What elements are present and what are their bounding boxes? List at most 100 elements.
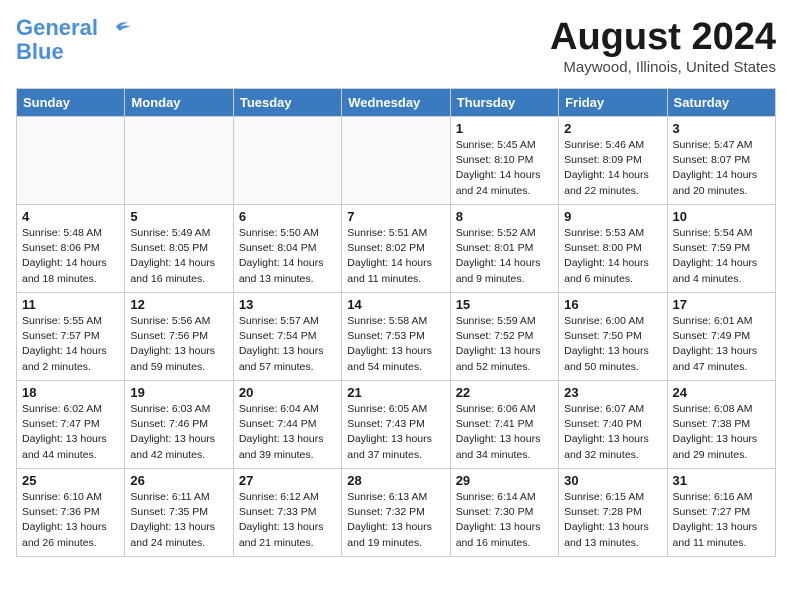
table-row: 12 Sunrise: 5:56 AM Sunset: 7:56 PM Dayli… [125, 293, 233, 381]
table-row: 19 Sunrise: 6:03 AM Sunset: 7:46 PM Dayli… [125, 381, 233, 469]
day-info: Sunrise: 6:04 AM Sunset: 7:44 PM Dayligh… [239, 402, 336, 463]
table-row: 7 Sunrise: 5:51 AM Sunset: 8:02 PM Daylig… [342, 205, 450, 293]
col-monday: Monday [125, 89, 233, 117]
day-info: Sunrise: 5:56 AM Sunset: 7:56 PM Dayligh… [130, 314, 227, 375]
col-saturday: Saturday [667, 89, 775, 117]
calendar-table: Sunday Monday Tuesday Wednesday Thursday… [16, 88, 776, 557]
logo-text: GeneralBlue [16, 16, 98, 64]
day-info: Sunrise: 6:01 AM Sunset: 7:49 PM Dayligh… [673, 314, 770, 375]
day-number: 16 [564, 297, 661, 312]
table-row: 9Sunrise: 5:53 AM Sunset: 8:00 PM Daylig… [559, 205, 667, 293]
day-info: Sunrise: 6:13 AM Sunset: 7:32 PM Dayligh… [347, 490, 444, 551]
day-info: Sunrise: 5:48 AM Sunset: 8:06 PM Dayligh… [22, 226, 119, 287]
table-row: 20Sunrise: 6:04 AM Sunset: 7:44 PM Dayli… [233, 381, 341, 469]
day-number: 30 [564, 473, 661, 488]
table-row: 13 Sunrise: 5:57 AM Sunset: 7:54 PM Dayli… [233, 293, 341, 381]
day-info: Sunrise: 6:07 AM Sunset: 7:40 PM Dayligh… [564, 402, 661, 463]
day-info: Sunrise: 5:50 AM Sunset: 8:04 PM Dayligh… [239, 226, 336, 287]
calendar-week-row: 25 Sunrise: 6:10 AM Sunset: 7:36 PM Dayli… [17, 469, 776, 557]
table-row: 30 Sunrise: 6:15 AM Sunset: 7:28 PM Dayli… [559, 469, 667, 557]
col-friday: Friday [559, 89, 667, 117]
day-info: Sunrise: 6:12 AM Sunset: 7:33 PM Dayligh… [239, 490, 336, 551]
day-number: 10 [673, 209, 770, 224]
day-number: 24 [673, 385, 770, 400]
table-row: 1 Sunrise: 5:45 AM Sunset: 8:10 PM Daylig… [450, 117, 558, 205]
day-number: 1 [456, 121, 553, 136]
table-row: 23 Sunrise: 6:07 AM Sunset: 7:40 PM Dayli… [559, 381, 667, 469]
day-info: Sunrise: 5:54 AM Sunset: 7:59 PM Dayligh… [673, 226, 770, 287]
table-row [342, 117, 450, 205]
table-row: 14 Sunrise: 5:58 AM Sunset: 7:53 PM Dayli… [342, 293, 450, 381]
day-number: 26 [130, 473, 227, 488]
day-number: 17 [673, 297, 770, 312]
table-row: 28 Sunrise: 6:13 AM Sunset: 7:32 PM Dayli… [342, 469, 450, 557]
table-row: 5 Sunrise: 5:49 AM Sunset: 8:05 PM Daylig… [125, 205, 233, 293]
day-info: Sunrise: 5:52 AM Sunset: 8:01 PM Dayligh… [456, 226, 553, 287]
table-row: 8Sunrise: 5:52 AM Sunset: 8:01 PM Daylig… [450, 205, 558, 293]
day-info: Sunrise: 5:57 AM Sunset: 7:54 PM Dayligh… [239, 314, 336, 375]
table-row: 29 Sunrise: 6:14 AM Sunset: 7:30 PM Dayli… [450, 469, 558, 557]
day-number: 15 [456, 297, 553, 312]
day-number: 14 [347, 297, 444, 312]
day-number: 9 [564, 209, 661, 224]
logo-bird-icon [102, 19, 130, 43]
day-info: Sunrise: 6:10 AM Sunset: 7:36 PM Dayligh… [22, 490, 119, 551]
col-wednesday: Wednesday [342, 89, 450, 117]
table-row: 21 Sunrise: 6:05 AM Sunset: 7:43 PM Dayli… [342, 381, 450, 469]
day-number: 12 [130, 297, 227, 312]
day-info: Sunrise: 5:47 AM Sunset: 8:07 PM Dayligh… [673, 138, 770, 199]
title-section: August 2024 Maywood, Illinois, United St… [550, 16, 776, 76]
day-info: Sunrise: 5:49 AM Sunset: 8:05 PM Dayligh… [130, 226, 227, 287]
day-info: Sunrise: 5:46 AM Sunset: 8:09 PM Dayligh… [564, 138, 661, 199]
table-row: 15Sunrise: 5:59 AM Sunset: 7:52 PM Dayli… [450, 293, 558, 381]
day-info: Sunrise: 6:11 AM Sunset: 7:35 PM Dayligh… [130, 490, 227, 551]
day-info: Sunrise: 5:51 AM Sunset: 8:02 PM Dayligh… [347, 226, 444, 287]
table-row: 26 Sunrise: 6:11 AM Sunset: 7:35 PM Dayli… [125, 469, 233, 557]
table-row: 16Sunrise: 6:00 AM Sunset: 7:50 PM Dayli… [559, 293, 667, 381]
day-number: 29 [456, 473, 553, 488]
col-sunday: Sunday [17, 89, 125, 117]
day-number: 13 [239, 297, 336, 312]
day-number: 21 [347, 385, 444, 400]
table-row: 18 Sunrise: 6:02 AM Sunset: 7:47 PM Dayli… [17, 381, 125, 469]
day-number: 28 [347, 473, 444, 488]
table-row: 31Sunrise: 6:16 AM Sunset: 7:27 PM Dayli… [667, 469, 775, 557]
calendar-header-row: Sunday Monday Tuesday Wednesday Thursday… [17, 89, 776, 117]
location-subtitle: Maywood, Illinois, United States [550, 59, 776, 76]
day-info: Sunrise: 6:15 AM Sunset: 7:28 PM Dayligh… [564, 490, 661, 551]
table-row: 25 Sunrise: 6:10 AM Sunset: 7:36 PM Dayli… [17, 469, 125, 557]
day-info: Sunrise: 6:08 AM Sunset: 7:38 PM Dayligh… [673, 402, 770, 463]
day-number: 31 [673, 473, 770, 488]
page-header: GeneralBlue August 2024 Maywood, Illinoi… [16, 16, 776, 76]
day-number: 27 [239, 473, 336, 488]
day-number: 18 [22, 385, 119, 400]
table-row: 11Sunrise: 5:55 AM Sunset: 7:57 PM Dayli… [17, 293, 125, 381]
table-row: 3 Sunrise: 5:47 AM Sunset: 8:07 PM Daylig… [667, 117, 775, 205]
day-number: 7 [347, 209, 444, 224]
day-number: 19 [130, 385, 227, 400]
table-row: 22 Sunrise: 6:06 AM Sunset: 7:41 PM Dayli… [450, 381, 558, 469]
calendar-week-row: 1 Sunrise: 5:45 AM Sunset: 8:10 PM Daylig… [17, 117, 776, 205]
day-info: Sunrise: 6:14 AM Sunset: 7:30 PM Dayligh… [456, 490, 553, 551]
day-number: 22 [456, 385, 553, 400]
calendar-week-row: 11Sunrise: 5:55 AM Sunset: 7:57 PM Dayli… [17, 293, 776, 381]
day-number: 25 [22, 473, 119, 488]
day-number: 5 [130, 209, 227, 224]
table-row: 4Sunrise: 5:48 AM Sunset: 8:06 PM Daylig… [17, 205, 125, 293]
day-info: Sunrise: 6:02 AM Sunset: 7:47 PM Dayligh… [22, 402, 119, 463]
day-number: 23 [564, 385, 661, 400]
logo: GeneralBlue [16, 16, 130, 64]
table-row: 27 Sunrise: 6:12 AM Sunset: 7:33 PM Dayli… [233, 469, 341, 557]
day-info: Sunrise: 6:05 AM Sunset: 7:43 PM Dayligh… [347, 402, 444, 463]
day-number: 3 [673, 121, 770, 136]
table-row: 10 Sunrise: 5:54 AM Sunset: 7:59 PM Dayli… [667, 205, 775, 293]
day-info: Sunrise: 5:45 AM Sunset: 8:10 PM Dayligh… [456, 138, 553, 199]
day-number: 11 [22, 297, 119, 312]
month-year-title: August 2024 [550, 16, 776, 59]
table-row [17, 117, 125, 205]
day-info: Sunrise: 6:06 AM Sunset: 7:41 PM Dayligh… [456, 402, 553, 463]
table-row [233, 117, 341, 205]
day-info: Sunrise: 5:58 AM Sunset: 7:53 PM Dayligh… [347, 314, 444, 375]
day-info: Sunrise: 6:03 AM Sunset: 7:46 PM Dayligh… [130, 402, 227, 463]
table-row: 24 Sunrise: 6:08 AM Sunset: 7:38 PM Dayli… [667, 381, 775, 469]
